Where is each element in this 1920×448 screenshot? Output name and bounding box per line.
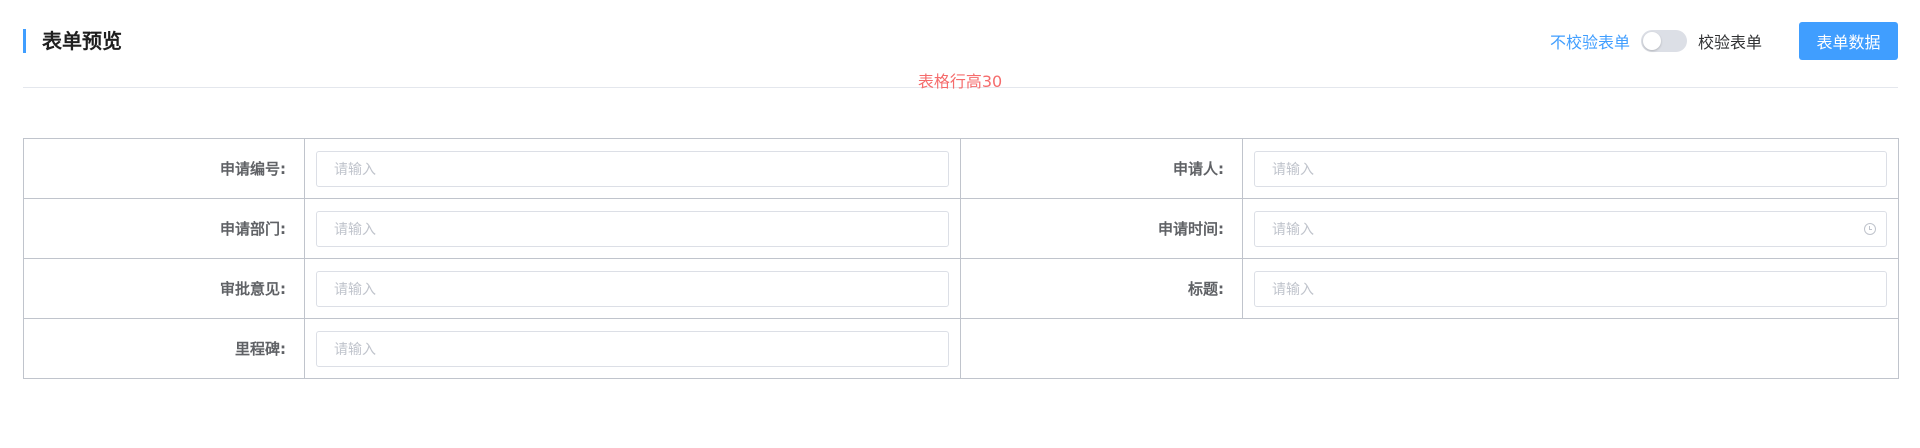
clock-icon [1864,222,1876,235]
apply-no-input[interactable]: 请输入 [316,150,949,187]
form-row: 申请编号: 请输入 申请人: 请输入 [23,138,1899,199]
validate-toggle-area: 不校验表单 校验表单 表单数据 [1550,21,1898,61]
field-label-milestone: 里程碑: [23,318,305,379]
field-label-applicant: 申请人: [960,138,1243,199]
field-label-apply-time: 申请时间: [960,198,1243,259]
form-row: 申请部门: 请输入 申请时间: 请输入 [23,198,1899,259]
form-row: 审批意见: 请输入 标题: 请输入 [23,258,1899,319]
form-data-button[interactable]: 表单数据 [1799,22,1898,60]
milestone-input[interactable]: 请输入 [316,330,949,367]
field-label-title: 标题: [960,258,1243,319]
page-title: 表单预览 [42,29,122,53]
row-height-note: 表格行高30 [917,72,1003,91]
switch-knob [1642,32,1661,50]
field-label-approval-opinion: 审批意见: [23,258,305,319]
validate-switch[interactable] [1640,30,1687,52]
applicant-input[interactable]: 请输入 [1254,150,1887,187]
title-input[interactable]: 请输入 [1254,270,1887,307]
approval-opinion-input[interactable]: 请输入 [316,270,949,307]
title-accent-bar [23,29,26,53]
field-label-apply-no: 申请编号: [23,138,305,199]
department-input[interactable]: 请输入 [316,210,949,247]
validate-on-label[interactable]: 校验表单 [1698,29,1762,53]
form-row: 里程碑: 请输入 [23,318,1899,379]
empty-cell [960,318,1899,379]
field-label-department: 申请部门: [23,198,305,259]
validate-off-label[interactable]: 不校验表单 [1550,29,1630,53]
apply-time-input[interactable]: 请输入 [1254,210,1887,247]
form-table: 申请编号: 请输入 申请人: 请输入 申请部门: 请输入 申请时间: 请输入 审… [23,138,1899,379]
apply-time-placeholder: 请输入 [1272,221,1314,238]
